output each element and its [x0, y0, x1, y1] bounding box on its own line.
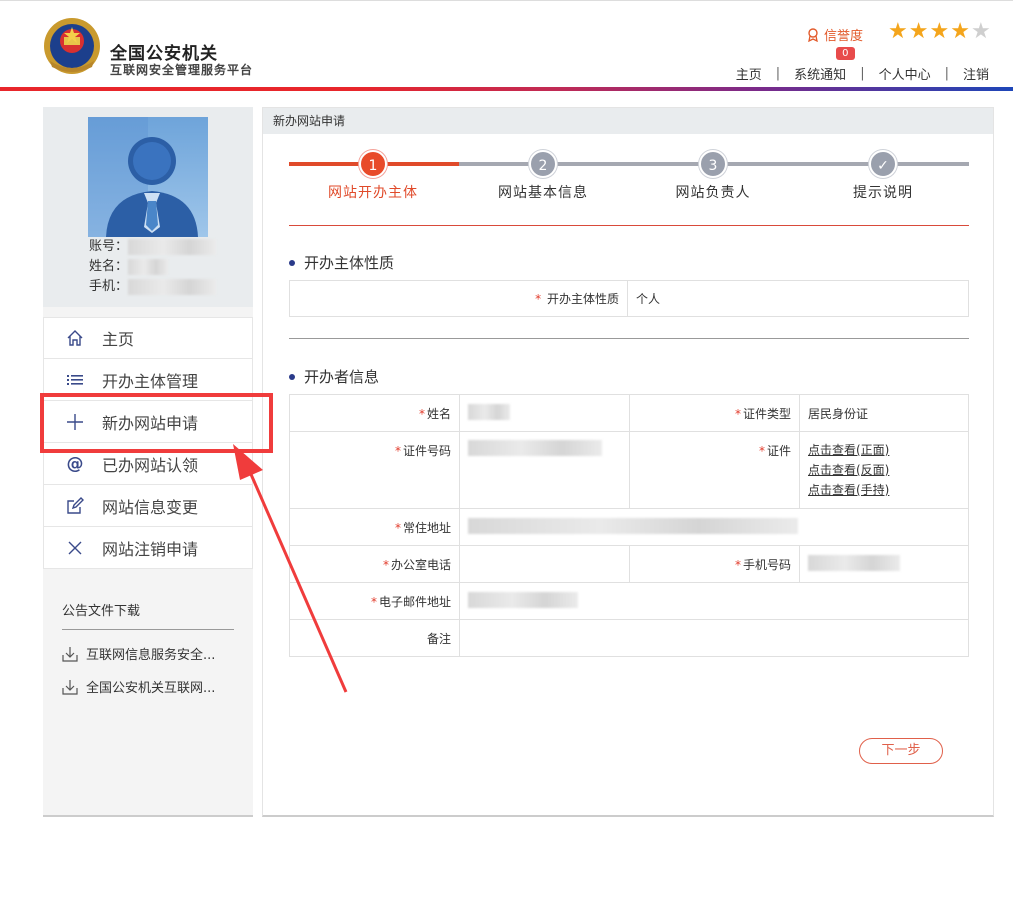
office-phone-label: * 办公室电话	[289, 545, 460, 583]
nav-notifications-link[interactable]: 系统通知 0	[794, 47, 855, 83]
nav-profile-link[interactable]: 个人中心	[879, 64, 931, 83]
sidebar-item-label: 网站注销申请	[102, 539, 199, 559]
bullet-icon	[289, 259, 295, 266]
sidebar-item-label: 主页	[102, 330, 135, 349]
name-value-redacted	[128, 259, 169, 275]
account-label: 账号：	[89, 239, 129, 254]
nav-logout-link[interactable]: 注销	[963, 64, 989, 83]
download-item[interactable]: 全国公安机关互联网...	[62, 677, 234, 696]
address-label: * 常住地址	[289, 508, 460, 546]
star-icon: ★	[929, 19, 950, 44]
phone-label: 手机：	[89, 279, 129, 294]
download-item-label: 全国公安机关互联网...	[86, 681, 216, 696]
download-icon	[62, 679, 78, 695]
credit-label: 信誉度	[824, 29, 864, 44]
sidebar-item-website-cancel[interactable]: 网站注销申请	[43, 527, 253, 569]
remarks-label: 备注	[289, 619, 460, 657]
user-silhouette-icon	[88, 117, 198, 237]
entity-table: * 开办主体性质 个人	[289, 280, 969, 317]
step-divider	[289, 225, 969, 226]
next-step-button[interactable]: 下一步	[859, 738, 943, 764]
step-2-indicator: 2	[529, 150, 557, 178]
step-2-label: 网站基本信息	[498, 185, 588, 201]
star-icon: ★	[888, 19, 908, 44]
downloads-title: 公告文件下载	[62, 600, 234, 630]
mobile-label: * 手机号码	[629, 545, 800, 583]
section-divider	[289, 338, 969, 339]
top-nav: 主页 | 系统通知 0 | 个人中心 | 注销	[735, 47, 989, 83]
download-item[interactable]: 互联网信息服务安全...	[62, 644, 234, 663]
sidebar-item-label: 网站信息变更	[102, 497, 199, 517]
entity-section-title: 开办主体性质	[289, 252, 394, 273]
name-label: 姓名：	[89, 259, 129, 274]
sidebar: 账号： 姓名： 手机： 主页 开办主体管理 新办网站申请 @ 已办网站认领 网站…	[43, 107, 253, 817]
step-3-label: 网站负责人	[675, 185, 751, 201]
id-type-value: 居民身份证	[799, 394, 969, 432]
sidebar-item-website-change[interactable]: 网站信息变更	[43, 485, 253, 527]
name-field-label: * 姓名	[289, 394, 460, 432]
view-id-front-link[interactable]: 点击查看(正面)	[808, 440, 960, 460]
email-value	[459, 582, 969, 620]
mobile-value	[799, 545, 969, 583]
user-profile-card: 账号： 姓名： 手机：	[43, 107, 253, 307]
nav-home-link[interactable]: 主页	[736, 64, 762, 83]
download-item-label: 互联网信息服务安全...	[86, 648, 216, 663]
header-gradient-bar	[0, 87, 1013, 91]
entity-type-value: 个人	[627, 280, 969, 317]
account-value-redacted	[128, 239, 217, 255]
star-icon: ★	[950, 19, 970, 44]
breadcrumb: 新办网站申请	[263, 108, 993, 134]
step-1-label: 网站开办主体	[328, 185, 418, 201]
step-3-indicator: 3	[699, 150, 727, 178]
remarks-value	[459, 619, 969, 657]
step-progress: 1 网站开办主体 2 网站基本信息 3 网站负责人 ✓ 提示说明	[289, 148, 969, 208]
download-icon	[62, 646, 78, 662]
name-field-value	[459, 394, 630, 432]
credit-rating-label: 信誉度	[806, 25, 863, 44]
step-4-check-icon: ✓	[869, 150, 897, 178]
annotation-highlight-box	[40, 393, 273, 453]
police-emblem-logo	[44, 18, 100, 74]
office-phone-value	[459, 545, 630, 583]
star-empty-icon: ★	[970, 19, 991, 44]
step-1-indicator: 1	[359, 150, 387, 178]
id-doc-label: * 证件	[629, 431, 800, 509]
award-icon	[808, 27, 818, 42]
bullet-icon	[289, 373, 295, 380]
email-label: * 电子邮件地址	[289, 582, 460, 620]
view-id-back-link[interactable]: 点击查看(反面)	[808, 460, 960, 480]
avatar	[88, 117, 208, 237]
view-id-handheld-link[interactable]: 点击查看(手持)	[808, 480, 960, 500]
notifications-label: 系统通知	[794, 68, 847, 83]
home-icon	[66, 329, 84, 347]
notification-count-badge: 0	[836, 47, 855, 60]
owner-info-table: * 姓名 * 证件类型 居民身份证 * 证件号码 * 证件 点击查看(正面) 点击查看(…	[289, 394, 969, 657]
entity-type-label: * 开办主体性质	[289, 280, 628, 317]
downloads-section: 公告文件下载 互联网信息服务安全... 全国公安机关互联网...	[62, 600, 234, 696]
sidebar-item-label: 开办主体管理	[102, 371, 199, 391]
address-value	[459, 508, 969, 546]
star-icon: ★	[908, 19, 929, 44]
profile-info: 账号： 姓名： 手机：	[89, 237, 217, 297]
step-4-label: 提示说明	[853, 185, 913, 201]
id-doc-links: 点击查看(正面) 点击查看(反面) 点击查看(手持)	[799, 431, 969, 509]
id-type-label: * 证件类型	[629, 394, 800, 432]
site-subtitle: 互联网安全管理服务平台	[110, 63, 254, 77]
id-number-label: * 证件号码	[289, 431, 460, 509]
close-icon	[66, 539, 84, 557]
id-number-value	[459, 431, 630, 509]
star-rating: ★ ★ ★ ★ ★	[888, 19, 991, 45]
edit-icon	[66, 496, 84, 515]
site-header: 全国公安机关 互联网安全管理服务平台 信誉度 ★ ★ ★ ★ ★ 主页 | 系统…	[0, 0, 1013, 91]
owner-section-title: 开办者信息	[289, 366, 379, 387]
list-icon	[66, 371, 84, 389]
main-panel: 新办网站申请 1 网站开办主体 2 网站基本信息 3 网站负责人 ✓ 提示说明 …	[262, 107, 994, 817]
at-icon: @	[66, 453, 84, 474]
phone-value-redacted	[128, 279, 217, 295]
sidebar-item-home[interactable]: 主页	[43, 317, 253, 359]
sidebar-item-label: 已办网站认领	[102, 455, 199, 475]
